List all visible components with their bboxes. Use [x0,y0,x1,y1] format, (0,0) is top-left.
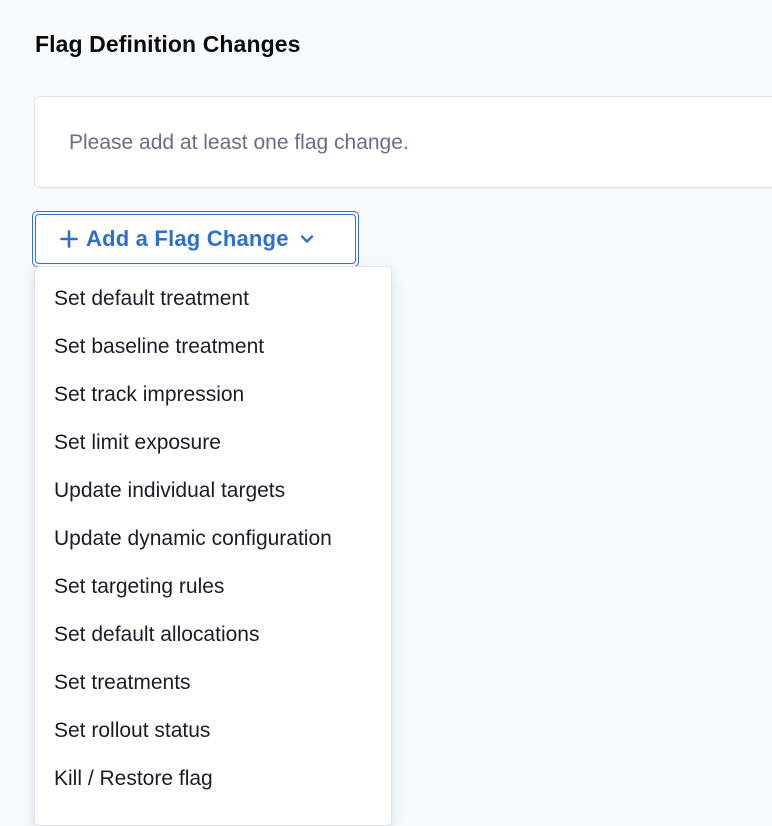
dropdown-menu-list: Set default treatment Set baseline treat… [35,275,391,803]
empty-state-message: Please add at least one flag change. [69,131,409,154]
flag-changes-empty-state: Please add at least one flag change. [34,96,772,188]
menu-item-update-individual-targets[interactable]: Update individual targets [35,467,391,515]
flag-change-dropdown-menu: Set default treatment Set baseline treat… [34,266,392,826]
add-flag-change-label: Add a Flag Change [86,226,289,251]
plus-icon [60,230,78,248]
chevron-down-icon [300,235,313,243]
add-flag-change-button[interactable]: Add a Flag Change [35,214,356,264]
menu-item-set-rollout-status[interactable]: Set rollout status [35,707,391,755]
menu-item-set-targeting-rules[interactable]: Set targeting rules [35,563,391,611]
menu-item-set-baseline-treatment[interactable]: Set baseline treatment [35,323,391,371]
add-flag-change-focus-ring: Add a Flag Change [32,211,359,267]
menu-item-update-dynamic-configuration[interactable]: Update dynamic configuration [35,515,391,563]
menu-item-set-default-treatment[interactable]: Set default treatment [35,275,391,323]
menu-item-set-default-allocations[interactable]: Set default allocations [35,611,391,659]
menu-item-kill-restore-flag[interactable]: Kill / Restore flag [35,755,391,803]
menu-item-set-limit-exposure[interactable]: Set limit exposure [35,419,391,467]
section-title: Flag Definition Changes [35,31,301,57]
menu-item-set-treatments[interactable]: Set treatments [35,659,391,707]
menu-item-set-track-impression[interactable]: Set track impression [35,371,391,419]
